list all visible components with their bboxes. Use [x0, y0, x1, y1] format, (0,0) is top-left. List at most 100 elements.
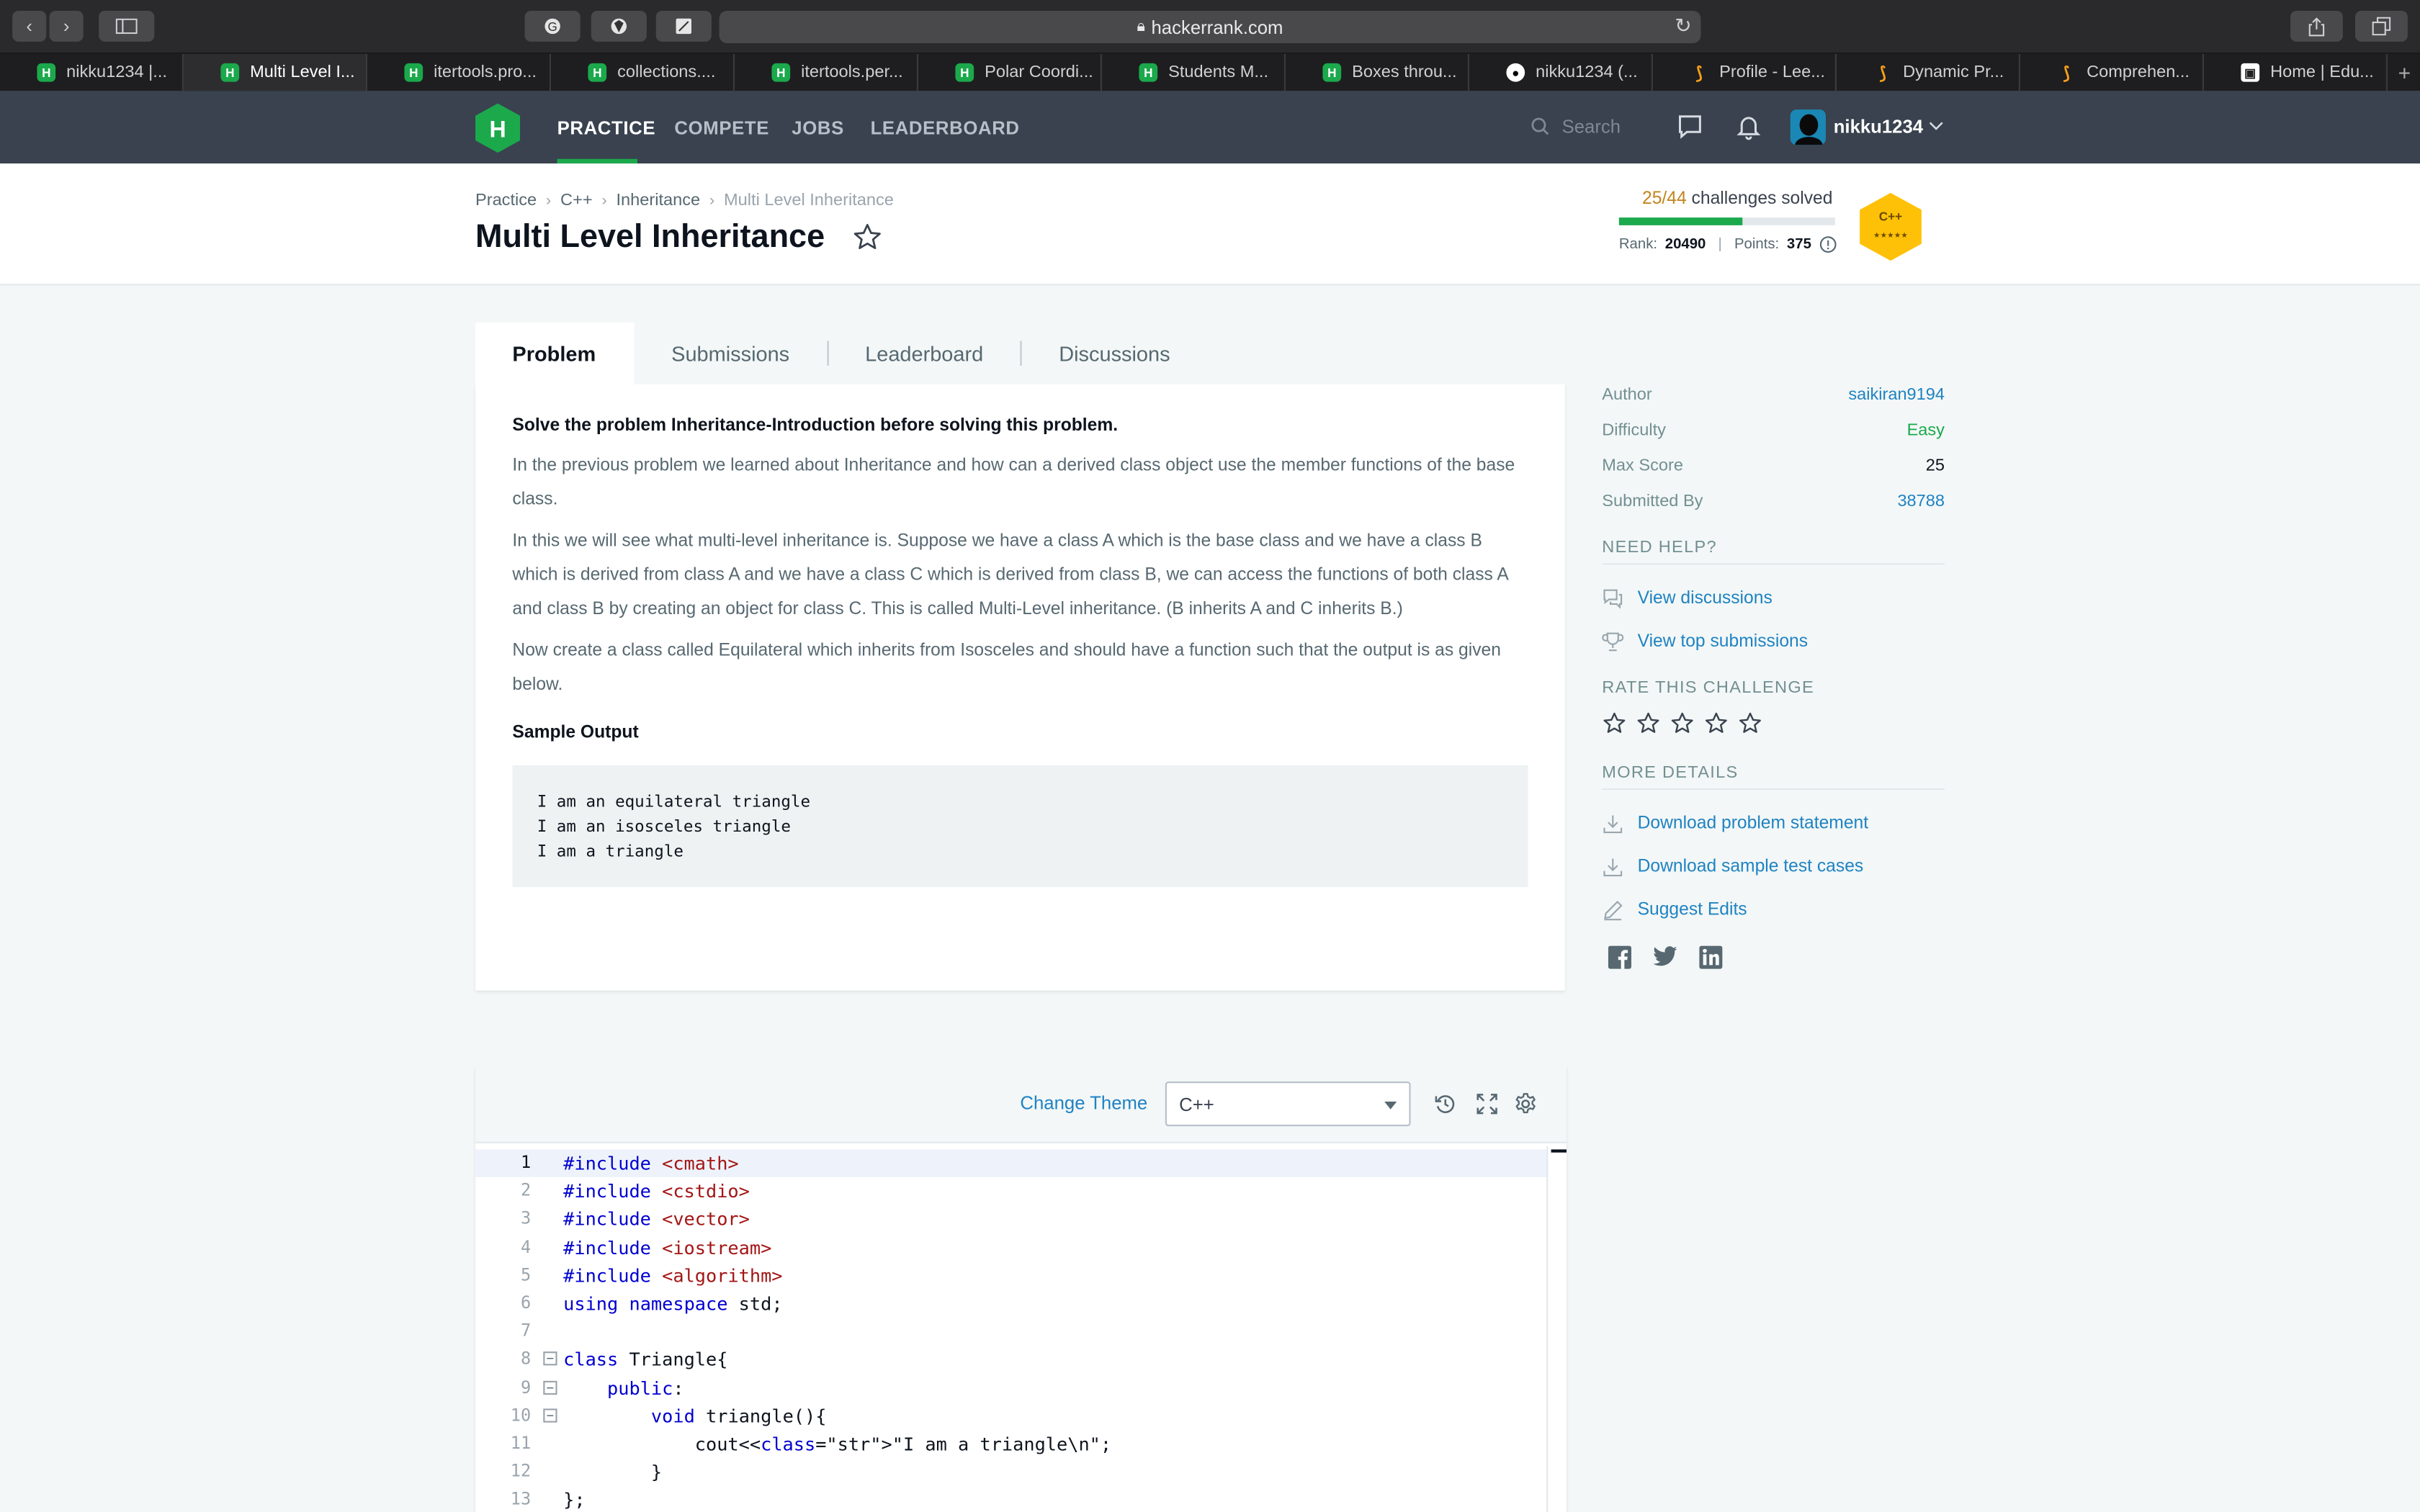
browser-tab[interactable]: ▣ Home | Edu... — [2204, 54, 2388, 91]
tab-submissions[interactable]: Submissions — [635, 323, 827, 384]
grammarly-extension-button[interactable]: G — [524, 11, 581, 42]
reload-icon[interactable]: ↻ — [1675, 14, 1691, 38]
rank-label: Rank: — [1618, 235, 1658, 253]
line-number: 7 — [520, 1320, 532, 1341]
code-line[interactable]: 11 cout<<class="str">"I am a triangle\n"… — [475, 1430, 1546, 1458]
nav-jobs[interactable]: JOBS — [792, 117, 844, 139]
code-line[interactable]: 1 #include <cmath> — [475, 1149, 1547, 1177]
new-tab-icon[interactable]: + — [2398, 60, 2411, 85]
github-icon: ● — [1506, 63, 1525, 82]
linkedin-icon[interactable] — [1699, 945, 1723, 969]
browser-tab[interactable]: Hitertools.pro... — [367, 54, 551, 91]
problem-statement: Solve the problem Inheritance-Introducti… — [475, 384, 1565, 991]
fold-toggle-icon[interactable]: − — [543, 1408, 557, 1423]
download-tests-label: Download sample test cases — [1637, 858, 1864, 877]
reset-code-icon[interactable] — [1434, 1092, 1457, 1115]
browser-tab[interactable]: H Multi Level I... — [183, 54, 367, 91]
solved-progress-bar — [1618, 217, 1835, 225]
browser-tab[interactable]: H Students M... — [1102, 54, 1286, 91]
breadcrumb-inheritance[interactable]: Inheritance — [617, 192, 701, 210]
browser-tab[interactable]: Hnikku1234 |... — [0, 54, 184, 91]
code-line[interactable]: 7 — [475, 1318, 1546, 1346]
tab-problem[interactable]: Problem — [475, 322, 635, 384]
code-text: #include <iostream> — [563, 1236, 772, 1259]
rating-star-icon[interactable] — [1738, 711, 1762, 736]
tabs-icon — [2372, 17, 2391, 36]
code-line[interactable]: 12 } — [475, 1458, 1546, 1486]
forward-button[interactable]: › — [49, 11, 84, 42]
nav-compete[interactable]: COMPETE — [674, 117, 769, 139]
suggest-edits-link[interactable]: Suggest Edits — [1602, 895, 1747, 926]
bookmark-star-icon[interactable] — [852, 222, 883, 253]
code-line[interactable]: 9− public: — [475, 1374, 1546, 1402]
tab-leaderboard[interactable]: Leaderboard — [828, 323, 1021, 384]
settings-gear-icon[interactable] — [1514, 1092, 1537, 1115]
notes-extension-button[interactable] — [655, 11, 712, 42]
browser-tab[interactable]: Hitertools.per... — [735, 54, 918, 91]
code-line[interactable]: 4 #include <iostream> — [475, 1233, 1546, 1261]
rating-star-icon[interactable] — [1602, 711, 1626, 736]
fold-toggle-icon[interactable]: − — [543, 1351, 557, 1367]
back-button[interactable]: ‹ — [12, 11, 47, 42]
code-line[interactable]: 2 #include <cstdio> — [475, 1177, 1546, 1205]
notes-icon — [676, 18, 691, 35]
search-input[interactable]: Search — [1531, 116, 1621, 138]
breadcrumb: Practice › C++ › Inheritance › Multi Lev… — [475, 192, 894, 210]
view-top-submissions-link[interactable]: View top submissions — [1602, 626, 1808, 657]
tabs-overview-button[interactable] — [2355, 11, 2408, 42]
submitted-by-link[interactable]: 38788 — [1897, 492, 1945, 511]
breadcrumb-practice[interactable]: Practice — [475, 192, 537, 210]
sidebar-toggle-button[interactable] — [99, 11, 155, 42]
browser-tab[interactable]: ● nikku1234 (... — [1469, 54, 1653, 91]
address-bar[interactable]: 🔒︎ hackerrank.com ↻ — [719, 11, 1701, 43]
browser-tab[interactable]: H Polar Coordi... — [918, 54, 1102, 91]
code-line[interactable]: 8− class Triangle{ — [475, 1346, 1546, 1374]
author-link[interactable]: saikiran9194 — [1848, 386, 1945, 405]
fold-toggle-icon[interactable]: − — [543, 1380, 557, 1395]
download-statement-link[interactable]: Download problem statement — [1602, 809, 1868, 840]
hackerrank-logo[interactable]: H — [475, 103, 521, 153]
messages-icon[interactable] — [1676, 112, 1704, 140]
facebook-icon[interactable] — [1608, 945, 1631, 969]
browser-tab-label: Students M... — [1168, 63, 1269, 82]
code-line[interactable]: 3 #include <vector> — [475, 1205, 1546, 1233]
fullscreen-icon[interactable] — [1476, 1092, 1499, 1115]
browser-tab[interactable]: ⟆ Comprehen... — [2020, 54, 2204, 91]
code-text: } — [563, 1461, 663, 1483]
browser-tab[interactable]: Hcollections.... — [551, 54, 735, 91]
pencil-icon — [1604, 900, 1623, 921]
username[interactable]: nikku1234 — [1834, 116, 1923, 138]
language-select[interactable]: C++ — [1165, 1081, 1411, 1127]
challenge-header: Practice › C++ › Inheritance › Multi Lev… — [0, 163, 2420, 286]
code-line[interactable]: 6 using namespace std; — [475, 1290, 1546, 1318]
rating-star-icon[interactable] — [1704, 711, 1729, 736]
code-line[interactable]: 10− void triangle(){ — [475, 1402, 1546, 1430]
tab-discussions[interactable]: Discussions — [1022, 323, 1207, 384]
share-button[interactable] — [2290, 11, 2343, 42]
rating-star-icon[interactable] — [1636, 711, 1660, 736]
breadcrumb-cpp[interactable]: C++ — [560, 192, 593, 210]
avatar[interactable] — [1790, 109, 1826, 145]
scrollbar-thumb[interactable] — [1551, 1149, 1567, 1153]
change-theme-link[interactable]: Change Theme — [1020, 1092, 1147, 1114]
nav-practice[interactable]: PRACTICE — [557, 117, 656, 139]
editor-scrollbar[interactable] — [1546, 1146, 1567, 1512]
browser-tab[interactable]: ⟆ Profile - Lee... — [1653, 54, 1837, 91]
code-line[interactable]: 5 #include <algorithm> — [475, 1261, 1546, 1290]
twitter-icon[interactable] — [1653, 946, 1677, 968]
download-tests-link[interactable]: Download sample test cases — [1602, 852, 1863, 883]
notifications-bell-icon[interactable] — [1735, 112, 1763, 140]
code-area[interactable]: 1 #include <cmath> 2 #include <cstdio> 3 #inc… — [475, 1146, 1567, 1512]
browser-tab[interactable]: ⟆ Dynamic Pr... — [1837, 54, 2020, 91]
view-discussions-link[interactable]: View discussions — [1602, 583, 1773, 614]
shield-extension-button[interactable] — [591, 11, 647, 42]
problem-intro: Solve the problem Inheritance-Introducti… — [512, 416, 1119, 436]
info-icon[interactable] — [1819, 236, 1837, 253]
browser-tab-bar: Hnikku1234 |... H Multi Level I... Hitertoo… — [0, 54, 2420, 91]
browser-tab[interactable]: H Boxes throu... — [1286, 54, 1469, 91]
rating-star-icon[interactable] — [1670, 711, 1695, 736]
nav-leaderboard[interactable]: LEADERBOARD — [871, 117, 1020, 139]
chevron-down-icon[interactable] — [1929, 122, 1943, 131]
cpp-badge[interactable]: C++ ★★★★★ — [1855, 192, 1927, 263]
code-line[interactable]: 13}; — [475, 1486, 1546, 1512]
